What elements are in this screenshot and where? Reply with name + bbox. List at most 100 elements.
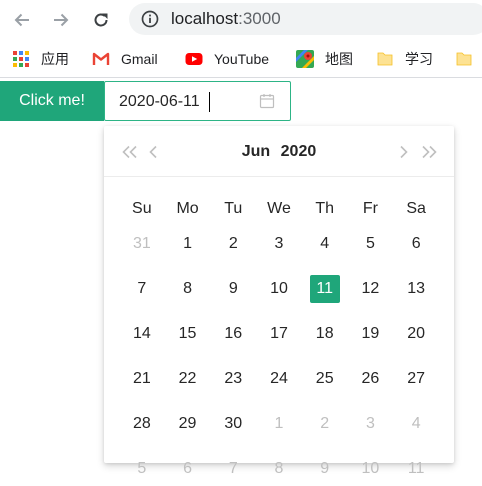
calendar-day[interactable]: 6 <box>166 454 210 484</box>
weekday-label: Sa <box>406 200 426 217</box>
calendar-day[interactable]: 2 <box>211 229 255 259</box>
calendar-day[interactable]: 12 <box>348 274 392 304</box>
calendar-day[interactable]: 9 <box>211 274 255 304</box>
calendar-day[interactable]: 10 <box>348 454 392 484</box>
calendar-day-number: 20 <box>407 325 426 342</box>
calendar-day[interactable]: 4 <box>394 409 438 439</box>
calendar-day[interactable]: 2 <box>303 409 347 439</box>
calendar-day[interactable]: 9 <box>303 454 347 484</box>
calendar-day[interactable]: 24 <box>257 364 301 394</box>
calendar-day-number: 26 <box>361 370 380 387</box>
calendar-day-number: 25 <box>315 370 334 387</box>
weekday-label: We <box>267 200 291 217</box>
arrow-left-icon <box>14 13 29 27</box>
year-select[interactable]: 2020 <box>281 142 317 162</box>
calendar-day-number: 29 <box>178 415 197 432</box>
calendar-day[interactable]: 3 <box>348 409 392 439</box>
calendar-day[interactable]: 14 <box>120 319 164 349</box>
calendar-day[interactable]: 3 <box>257 229 301 259</box>
calendar-day-number: 13 <box>407 280 426 297</box>
calendar-day[interactable]: 1 <box>257 409 301 439</box>
bookmark-maps[interactable]: 地图 <box>296 48 353 70</box>
calendar-day-number: 6 <box>411 235 421 252</box>
calendar-day[interactable]: 10 <box>257 274 301 304</box>
calendar-day-number: 9 <box>228 280 238 297</box>
calendar-day[interactable]: 7 <box>120 274 164 304</box>
calendar-day[interactable]: 11 <box>394 454 438 484</box>
reload-icon <box>94 13 108 27</box>
date-picker-popup: Jun 2020 Su Mo Tu We Th Fr Sa 31 1 2 3 4 5 6 7 8 9 10 11 1… <box>104 126 454 477</box>
bookmark-label: YouTube <box>214 51 270 67</box>
calendar-day[interactable]: 16 <box>211 319 255 349</box>
weekday-label: Mo <box>176 200 199 217</box>
bookmark-folder[interactable] <box>455 48 482 70</box>
month-select[interactable]: Jun <box>242 142 270 162</box>
calendar-day-number: 22 <box>178 370 197 387</box>
calendar-day[interactable]: 20 <box>394 319 438 349</box>
calendar-day[interactable]: 26 <box>348 364 392 394</box>
calendar-day-number: 27 <box>407 370 426 387</box>
info-icon[interactable] <box>141 10 159 28</box>
calendar-day-number: 3 <box>274 235 284 252</box>
calendar-day[interactable]: 13 <box>394 274 438 304</box>
calendar-day[interactable]: 22 <box>166 364 210 394</box>
calendar-day-number: 12 <box>361 280 380 297</box>
calendar-day-number: 19 <box>361 325 380 342</box>
next-year-button[interactable] <box>419 143 439 161</box>
calendar-day[interactable]: 5 <box>348 229 392 259</box>
address-bar[interactable]: localhost:3000 <box>129 3 482 35</box>
calendar-day-number: 10 <box>270 280 288 297</box>
calendar-day-number: 6 <box>183 460 193 477</box>
click-me-button[interactable]: Click me! <box>0 81 104 121</box>
calendar-day-selected[interactable]: 11 <box>303 274 347 304</box>
calendar-day-number: 4 <box>411 415 421 432</box>
calendar-day[interactable]: 5 <box>120 454 164 484</box>
weekday-label: Tu <box>224 200 243 217</box>
weekday-label: Th <box>315 200 335 217</box>
bookmark-apps[interactable]: 应用 <box>12 48 69 70</box>
url-text: localhost:3000 <box>171 9 281 29</box>
bookmark-youtube[interactable]: YouTube <box>185 48 269 70</box>
reload-button[interactable] <box>87 6 115 34</box>
calendar-day-number: 2 <box>228 235 238 252</box>
calendar-day[interactable]: 27 <box>394 364 438 394</box>
calendar-day[interactable]: 19 <box>348 319 392 349</box>
calendar-day[interactable]: 6 <box>394 229 438 259</box>
calendar-day[interactable]: 7 <box>211 454 255 484</box>
calendar-day-number: 21 <box>132 370 151 387</box>
calendar-day-number: 2 <box>320 415 330 432</box>
calendar-day-grid: 31 1 2 3 4 5 6 7 8 9 10 11 12 13 14 15 16 17 18 19 20 21 22 23 2… <box>119 229 439 477</box>
calendar-day[interactable]: 25 <box>303 364 347 394</box>
calendar-day-number: 4 <box>320 235 330 252</box>
calendar-day[interactable]: 30 <box>211 409 255 439</box>
calendar-day[interactable]: 4 <box>303 229 347 259</box>
calendar-day[interactable]: 8 <box>257 454 301 484</box>
calendar-day-number: 14 <box>132 325 151 342</box>
date-input[interactable]: 2020-06-11 <box>104 81 291 121</box>
calendar-day[interactable]: 8 <box>166 274 210 304</box>
bookmark-gmail[interactable]: Gmail <box>92 48 158 70</box>
forward-button[interactable] <box>47 6 75 34</box>
calendar-day[interactable]: 21 <box>120 364 164 394</box>
youtube-icon <box>185 53 203 65</box>
calendar-day[interactable]: 23 <box>211 364 255 394</box>
next-month-button[interactable] <box>397 143 411 161</box>
calendar-day[interactable]: 31 <box>120 229 164 259</box>
calendar-day-number: 7 <box>228 460 238 477</box>
calendar-day[interactable]: 28 <box>120 409 164 439</box>
calendar-day[interactable]: 1 <box>166 229 210 259</box>
calendar-day-number: 5 <box>137 460 147 477</box>
calendar-day[interactable]: 18 <box>303 319 347 349</box>
arrow-right-icon <box>54 13 69 27</box>
calendar-day[interactable]: 17 <box>257 319 301 349</box>
calendar-icon[interactable] <box>259 93 275 109</box>
bookmark-study-folder[interactable]: 学习 <box>376 48 433 70</box>
calendar-day-number: 16 <box>224 325 243 342</box>
calendar-day-number: 17 <box>270 325 288 342</box>
calendar-day[interactable]: 29 <box>166 409 210 439</box>
browser-toolbar: localhost:3000 <box>0 0 482 40</box>
calendar-day[interactable]: 15 <box>166 319 210 349</box>
back-button[interactable] <box>8 6 36 34</box>
calendar-day-number: 28 <box>132 415 151 432</box>
apps-grid-icon <box>13 51 29 67</box>
